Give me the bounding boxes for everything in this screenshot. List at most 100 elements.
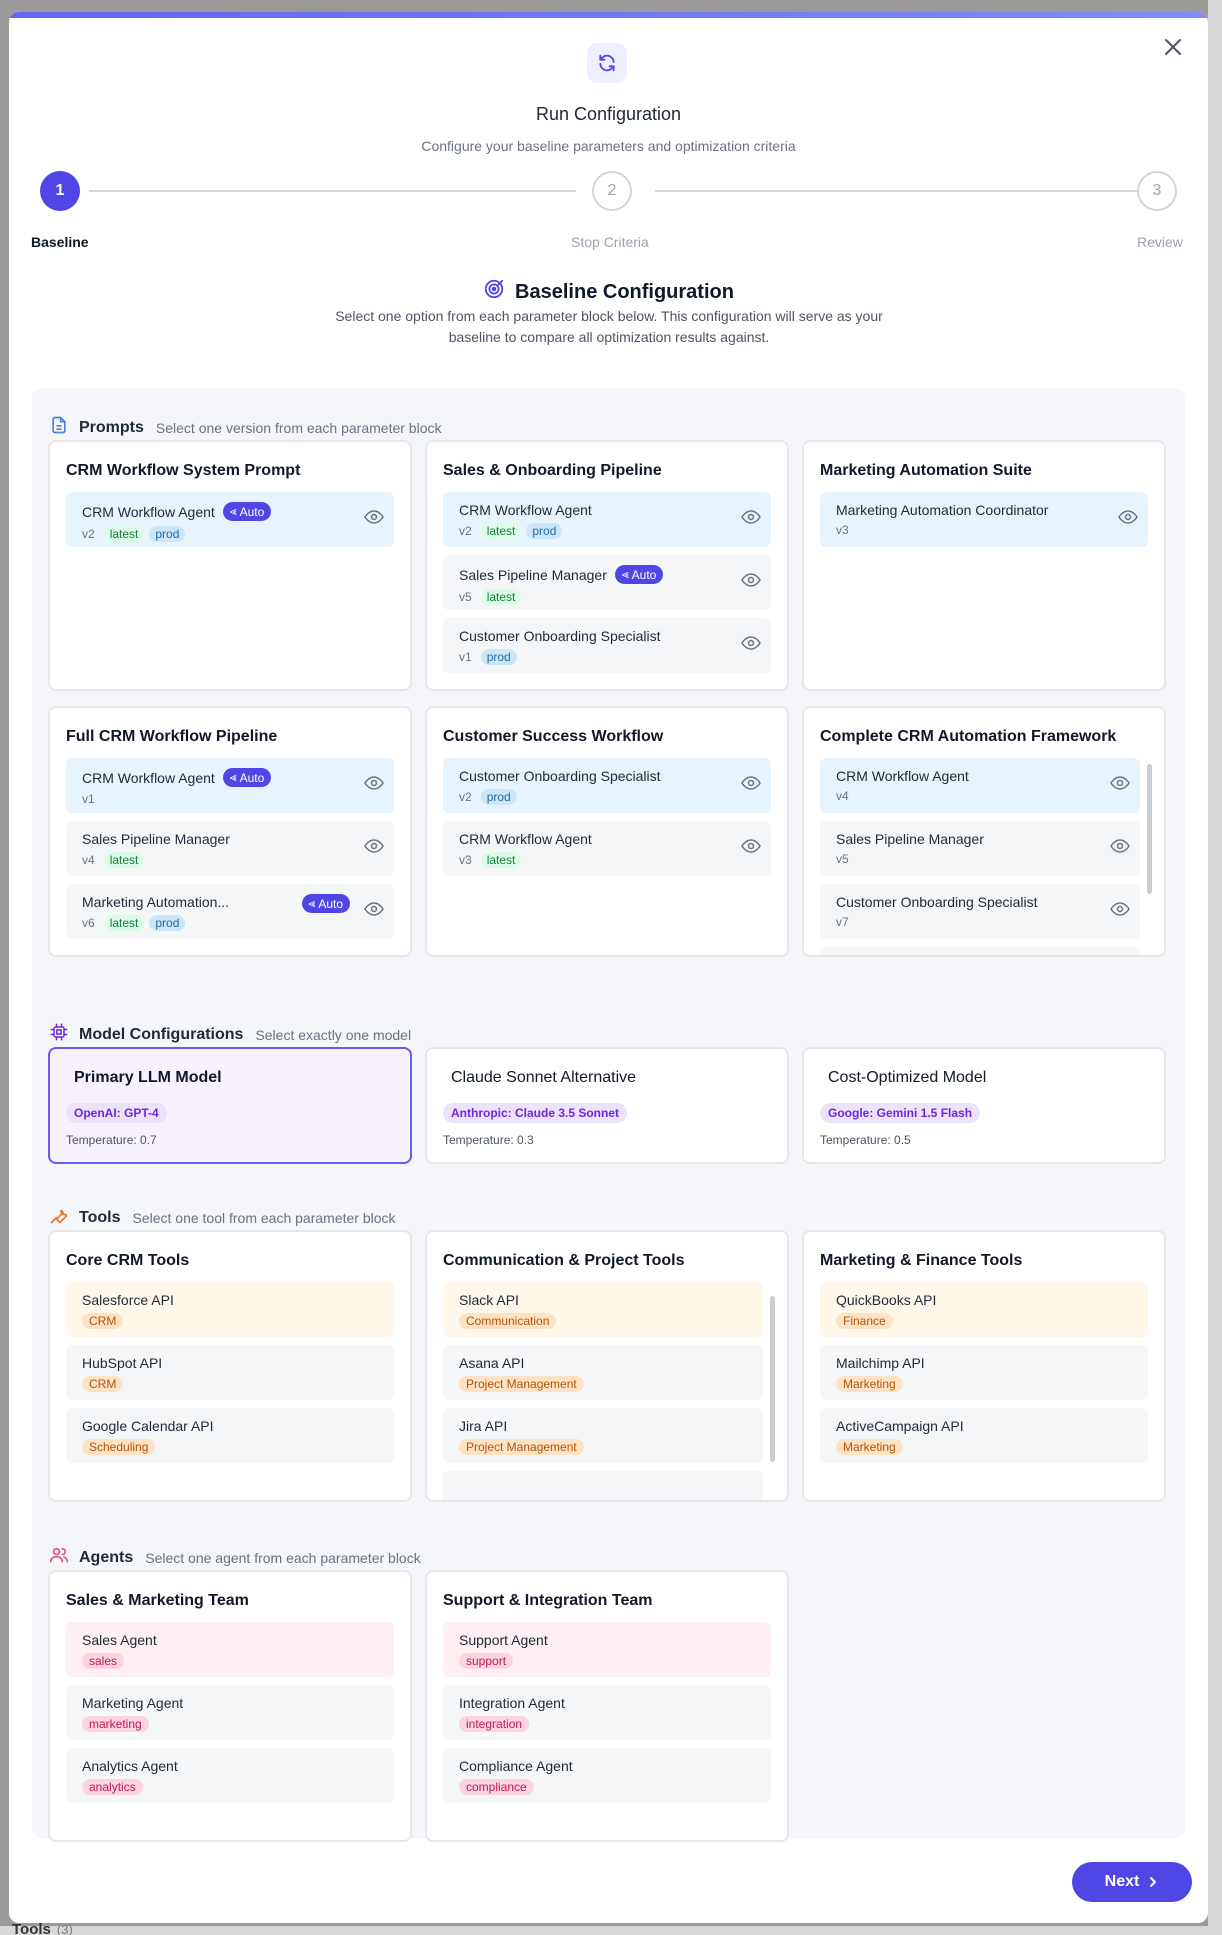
eye-icon[interactable] [741, 839, 761, 853]
background-tools-heading: Tools (3) [12, 1921, 73, 1935]
tool-block-communication-project: Communication & Project Tools Slack API C… [425, 1230, 789, 1502]
eye-icon[interactable] [1110, 776, 1130, 790]
agent-block-support-integration: Support & Integration Team Support Agent… [425, 1570, 789, 1842]
next-button[interactable]: Next [1072, 1862, 1192, 1902]
prompt-option[interactable]: CRM Workflow Agent ⪡ Auto v1 [66, 758, 394, 813]
scrollbar[interactable] [1147, 764, 1152, 894]
step-1-baseline[interactable]: 1 [40, 171, 80, 211]
auto-badge: ⪡ Auto [222, 502, 272, 521]
document-icon [49, 415, 69, 440]
auto-badge: ⪡ Auto [301, 894, 350, 913]
model-provider-badge: Google: Gemini 1.5 Flash [820, 1103, 981, 1123]
block-title: CRM Workflow System Prompt [66, 462, 301, 479]
agent-option[interactable]: Support Agent support [443, 1622, 771, 1677]
block-title: Sales & Onboarding Pipeline [443, 462, 662, 479]
eye-icon[interactable] [364, 510, 384, 524]
eye-icon[interactable] [741, 510, 761, 524]
target-icon [483, 278, 505, 306]
agent-option[interactable]: Analytics Agent analytics [66, 1748, 394, 1803]
model-temperature: Temperature: 0.5 [820, 1133, 911, 1147]
agent-option[interactable]: Integration Agent integration [443, 1685, 771, 1740]
eye-icon[interactable] [741, 636, 761, 650]
prompt-block-full-crm-pipeline: Full CRM Workflow Pipeline CRM Workflow … [48, 706, 412, 957]
auto-badge: ⪡ Auto [614, 565, 664, 584]
refresh-icon [587, 43, 627, 83]
tool-option[interactable]: HubSpot API CRM [66, 1345, 394, 1400]
chevron-right-icon [1150, 1877, 1157, 1887]
prompt-option[interactable]: Customer Onboarding Specialist v2 prod [443, 758, 771, 813]
eye-icon[interactable] [1110, 902, 1130, 916]
prompt-option[interactable]: CRM Workflow Agent v2 latest prod [443, 492, 771, 547]
eye-icon[interactable] [364, 839, 384, 853]
step-1-label: Baseline [31, 234, 89, 250]
tool-option-hidden[interactable] [443, 1471, 763, 1500]
prompt-option[interactable]: Customer Onboarding Specialist v1 prod [443, 618, 771, 673]
modal-title: Run Configuration [535, 104, 682, 124]
auto-badge: ⪡ Auto [222, 768, 272, 787]
eye-icon[interactable] [364, 776, 384, 790]
step-3-label: Review [1137, 234, 1183, 250]
prompt-option[interactable]: Sales Pipeline Manager v5 [820, 821, 1140, 876]
wrench-icon [49, 1205, 69, 1230]
tool-option[interactable]: Google Calendar API Scheduling [66, 1408, 394, 1463]
tools-header: Tools Select one tool from each paramete… [49, 1205, 396, 1230]
prompt-option[interactable]: Sales Pipeline Manager v4 latest [66, 821, 394, 876]
agent-block-sales-marketing: Sales & Marketing Team Sales Agent sales … [48, 1570, 412, 1842]
tool-option[interactable]: Jira API Project Management [443, 1408, 763, 1463]
scrollbar[interactable] [770, 1296, 775, 1462]
prompt-option[interactable]: CRM Workflow Agent v4 [820, 758, 1140, 813]
prompt-option[interactable]: Sales Pipeline Manager ⪡ Auto v5 latest [443, 555, 771, 610]
eye-icon[interactable] [364, 902, 384, 916]
block-title: Customer Success Workflow [443, 728, 664, 745]
background-page-edge [1208, 0, 1222, 1935]
step-3-review[interactable]: 3 [1137, 171, 1177, 211]
agents-header: Agents Select one agent from each parame… [49, 1545, 421, 1570]
users-icon [49, 1545, 69, 1570]
eye-icon[interactable] [1118, 510, 1138, 524]
chip-icon [49, 1022, 69, 1047]
close-icon[interactable] [1160, 34, 1186, 60]
section-title: Baseline Configuration [9, 278, 1208, 306]
agent-option[interactable]: Compliance Agent compliance [443, 1748, 771, 1803]
tool-option[interactable]: Mailchimp API Marketing [820, 1345, 1148, 1400]
model-provider-badge: Anthropic: Claude 3.5 Sonnet [443, 1103, 628, 1123]
prompt-option[interactable]: Marketing Automation Coordinator v3 [820, 492, 1148, 547]
modal-accent-bar [9, 12, 1208, 18]
prompt-option[interactable]: CRM Workflow Agent ⪡ Auto v2 latest prod [66, 492, 394, 547]
model-option-claude-sonnet[interactable]: Claude Sonnet Alternative Anthropic: Cla… [425, 1047, 789, 1164]
prompts-header: Prompts Select one version from each par… [49, 415, 442, 440]
eye-icon[interactable] [1110, 839, 1130, 853]
prompt-block-customer-success: Customer Success Workflow Customer Onboa… [425, 706, 789, 957]
eye-icon[interactable] [741, 776, 761, 790]
model-temperature: Temperature: 0.3 [443, 1133, 534, 1147]
eye-icon[interactable] [741, 573, 761, 587]
tool-option[interactable]: Asana API Project Management [443, 1345, 763, 1400]
tool-option[interactable]: Slack API Communication [443, 1282, 763, 1337]
block-title: Core CRM Tools [66, 1252, 190, 1269]
model-provider-badge: OpenAI: GPT-4 [66, 1103, 167, 1123]
step-2-label: Stop Criteria [571, 234, 649, 250]
block-title: Full CRM Workflow Pipeline [66, 728, 278, 745]
prompt-option[interactable]: Marketing Automation... ⪡ Auto v6 latest pr… [66, 884, 394, 939]
prompt-block-marketing-automation: Marketing Automation Suite Marketing Aut… [802, 440, 1166, 691]
run-configuration-modal: Run Configuration Configure your baselin… [9, 12, 1208, 1923]
prompt-option[interactable]: Customer Onboarding Specialist v7 [820, 884, 1140, 939]
block-title: Marketing Automation Suite [820, 462, 1032, 479]
tool-block-marketing-finance: Marketing & Finance Tools QuickBooks API… [802, 1230, 1166, 1502]
model-option-cost-optimized[interactable]: Cost-Optimized Model Google: Gemini 1.5 … [802, 1047, 1166, 1164]
agent-option[interactable]: Sales Agent sales [66, 1622, 394, 1677]
model-option-primary-llm[interactable]: Primary LLM Model OpenAI: GPT-4 Temperat… [48, 1047, 412, 1164]
block-title: Complete CRM Automation Framework [820, 728, 1117, 745]
prompt-block-complete-crm-framework: Complete CRM Automation Framework CRM Wo… [802, 706, 1166, 957]
modal-subtitle: Configure your baseline parameters and o… [421, 138, 796, 154]
prompt-option-hidden[interactable] [820, 947, 1140, 955]
block-title: Support & Integration Team [443, 1592, 653, 1609]
tool-option[interactable]: QuickBooks API Finance [820, 1282, 1148, 1337]
prompt-block-sales-onboarding: Sales & Onboarding Pipeline CRM Workflow… [425, 440, 789, 691]
prompt-option[interactable]: CRM Workflow Agent v3 latest [443, 821, 771, 876]
tool-option[interactable]: Salesforce API CRM [66, 1282, 394, 1337]
tool-option[interactable]: ActiveCampaign API Marketing [820, 1408, 1148, 1463]
step-2-stop-criteria[interactable]: 2 [592, 171, 632, 211]
background-page-bottom [0, 1926, 1222, 1935]
agent-option[interactable]: Marketing Agent marketing [66, 1685, 394, 1740]
